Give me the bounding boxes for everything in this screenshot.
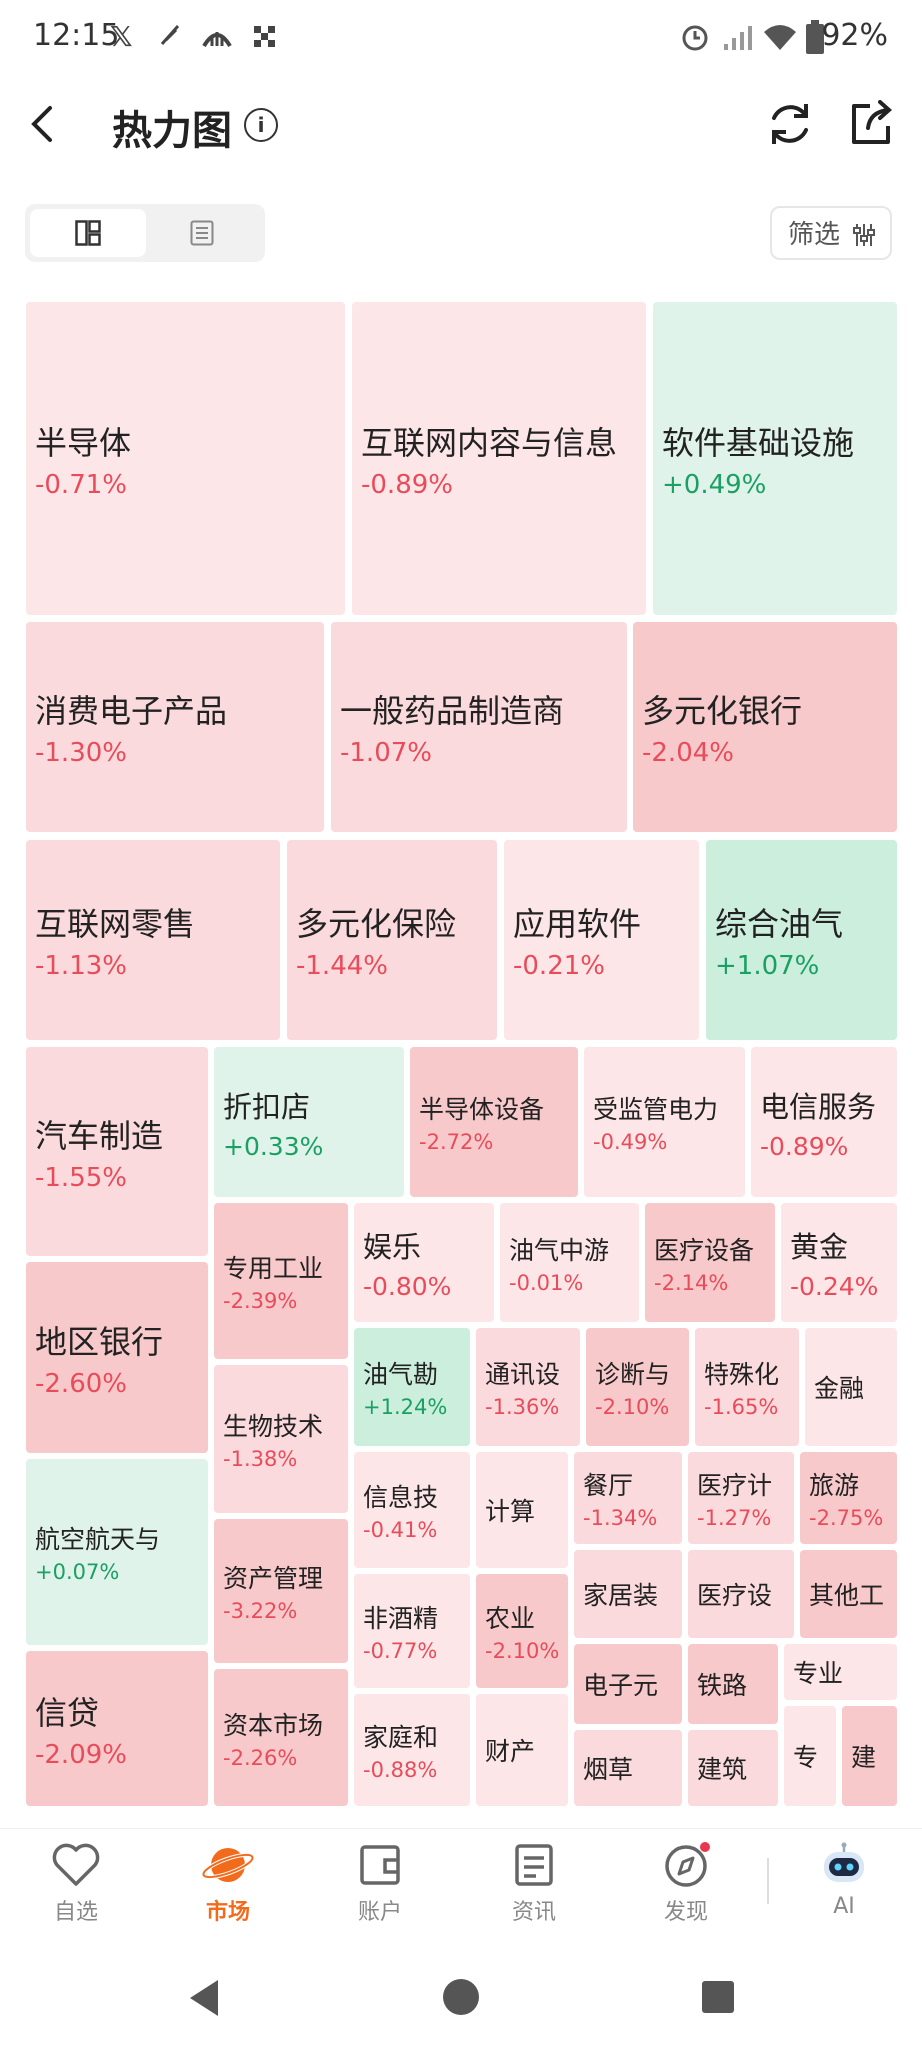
system-recents-icon[interactable] xyxy=(700,1979,736,2015)
nav-label: 资讯 xyxy=(511,1900,556,1925)
x-icon: 𝕏 xyxy=(110,20,133,53)
heart-icon xyxy=(52,1843,100,1886)
heatmap-tile[interactable]: 汽车制造 -1.55% xyxy=(26,1047,208,1256)
heatmap-tile[interactable]: 受监管电力 -0.49% xyxy=(584,1047,745,1197)
nav-label: 市场 xyxy=(205,1900,250,1925)
heatmap-tile[interactable]: 家庭和 -0.88% xyxy=(354,1694,470,1806)
heatmap-tile[interactable]: 半导体 -0.71% xyxy=(26,302,345,615)
heatmap-tile[interactable]: 医疗计 -1.27% xyxy=(688,1452,794,1544)
heatmap-tile[interactable]: 黄金 -0.24% xyxy=(781,1203,897,1322)
heatmap-tile[interactable]: 铁路 xyxy=(688,1644,778,1724)
heatmap-tile[interactable]: 互联网内容与信息 -0.89% xyxy=(352,302,646,615)
heatmap-tile[interactable]: 专用工业 -2.39% xyxy=(214,1203,348,1359)
nav-label: 自选 xyxy=(53,1900,98,1925)
heatmap-tile[interactable]: 应用软件 -0.21% xyxy=(504,840,699,1040)
filter-button[interactable]: 筛选 xyxy=(770,206,892,260)
heatmap-tile[interactable]: 多元化保险 -1.44% xyxy=(287,840,497,1040)
heatmap-tile[interactable]: 互联网零售 -1.13% xyxy=(26,840,280,1040)
info-icon[interactable]: i xyxy=(244,108,278,142)
heatmap-tile[interactable]: 资产管理 -3.22% xyxy=(214,1519,348,1663)
alarm-icon xyxy=(682,25,708,51)
wifi-icon xyxy=(764,25,796,50)
nav-label: AI xyxy=(833,1894,855,1919)
nav-market[interactable]: 市场 xyxy=(178,1842,278,1926)
wallet-icon xyxy=(360,1845,400,1885)
heatmap-tile[interactable]: 半导体设备 -2.72% xyxy=(410,1047,578,1197)
heatmap-tile[interactable]: 折扣店 +0.33% xyxy=(214,1047,404,1197)
heatmap-tile[interactable]: 地区银行 -2.60% xyxy=(26,1262,208,1453)
heatmap-tile[interactable]: 建筑 xyxy=(688,1730,778,1806)
bottom-nav xyxy=(0,1828,922,1941)
treemap-view-tab[interactable] xyxy=(30,209,146,257)
heatmap-tile[interactable]: 信贷 -2.09% xyxy=(26,1651,208,1806)
nav-watchlist[interactable]: 自选 xyxy=(26,1842,126,1926)
heatmap-tile[interactable]: 烟草 xyxy=(574,1730,682,1806)
heatmap-tile[interactable]: 油气中游 -0.01% xyxy=(500,1203,639,1322)
nav-news[interactable]: 资讯 xyxy=(484,1842,584,1926)
heatmap-tile[interactable]: 其他工 xyxy=(800,1550,897,1638)
heatmap-tile[interactable]: 餐厅 -1.34% xyxy=(574,1452,682,1544)
robot-icon xyxy=(824,1842,864,1882)
filter-label: 筛选 xyxy=(788,220,841,250)
status-bar: 12:15 𝕏 92% xyxy=(0,0,922,78)
status-time: 12:15 xyxy=(33,18,120,53)
heatmap-tile[interactable]: 油气勘 +1.24% xyxy=(354,1328,470,1446)
heatmap-tile[interactable]: 医疗设 xyxy=(688,1550,794,1638)
heatmap-tile[interactable]: 计算 xyxy=(476,1452,568,1568)
news-icon xyxy=(515,1844,553,1886)
heatmap-tile[interactable]: 综合油气 +1.07% xyxy=(706,840,897,1040)
heatmap-tile[interactable]: 资本市场 -2.26% xyxy=(214,1669,348,1806)
list-view-icon xyxy=(190,220,214,246)
planet-icon xyxy=(201,1848,255,1882)
feather-icon xyxy=(160,25,180,45)
share-icon[interactable] xyxy=(846,96,896,152)
sliders-icon xyxy=(853,224,875,246)
nav-label: 账户 xyxy=(357,1900,402,1925)
compass-icon xyxy=(665,1842,710,1887)
heatmap-tile[interactable]: 诊断与 -2.10% xyxy=(586,1328,689,1446)
heatmap-tile[interactable]: 电信服务 -0.89% xyxy=(751,1047,897,1197)
heatmap-tile[interactable]: 家居装 xyxy=(574,1550,682,1638)
heatmap-tile[interactable]: 专业 xyxy=(784,1644,897,1700)
signal-icon xyxy=(724,26,752,50)
heatmap-tile[interactable]: 信息技 -0.41% xyxy=(354,1452,470,1568)
heatmap-tile[interactable]: 农业 -2.10% xyxy=(476,1574,568,1688)
system-home-icon[interactable] xyxy=(441,1977,481,2017)
back-arrow-icon[interactable] xyxy=(22,96,62,152)
heatmap-tile[interactable]: 财产 xyxy=(476,1694,568,1806)
nav-label: 发现 xyxy=(663,1900,708,1925)
heatmap-tile[interactable]: 特殊化 -1.65% xyxy=(695,1328,799,1446)
heatmap-tile[interactable]: 非酒精 -0.77% xyxy=(354,1574,470,1688)
heatmap-tile[interactable]: 建 xyxy=(842,1706,897,1806)
refresh-icon[interactable] xyxy=(764,96,816,152)
heatmap-tile[interactable]: 专 xyxy=(784,1706,836,1806)
heatmap-tile[interactable]: 电子元 xyxy=(574,1644,682,1724)
nav-discover[interactable]: 发现 xyxy=(636,1842,736,1926)
heatmap-tile[interactable]: 金融 xyxy=(805,1328,897,1446)
heatmap-tile[interactable]: 医疗设备 -2.14% xyxy=(645,1203,775,1322)
page-title: 热力图 xyxy=(112,108,232,154)
heatmap-tile[interactable]: 通讯设 -1.36% xyxy=(476,1328,580,1446)
grid-icon xyxy=(254,26,275,47)
heatmap-tile[interactable]: 航空航天与 +0.07% xyxy=(26,1459,208,1645)
treemap-view-icon xyxy=(75,220,101,246)
system-nav-bar xyxy=(0,1950,922,2049)
bridge-icon xyxy=(202,32,232,48)
heatmap-tile[interactable]: 一般药品制造商 -1.07% xyxy=(331,622,627,832)
heatmap-tile[interactable]: 生物技术 -1.38% xyxy=(214,1365,348,1513)
heatmap-tile[interactable]: 多元化银行 -2.04% xyxy=(633,622,897,832)
heatmap-tile[interactable]: 软件基础设施 +0.49% xyxy=(653,302,897,615)
heatmap-tile[interactable]: 旅游 -2.75% xyxy=(800,1452,897,1544)
nav-divider xyxy=(767,1858,769,1904)
heatmap-tile[interactable]: 消费电子产品 -1.30% xyxy=(26,622,324,832)
battery-percent: 92% xyxy=(821,18,888,53)
system-back-icon[interactable] xyxy=(186,1978,222,2018)
list-view-tab[interactable] xyxy=(146,209,260,257)
heatmap-tile[interactable]: 娱乐 -0.80% xyxy=(354,1203,494,1322)
nav-account[interactable]: 账户 xyxy=(330,1842,430,1926)
nav-ai[interactable]: AI xyxy=(794,1842,894,1919)
